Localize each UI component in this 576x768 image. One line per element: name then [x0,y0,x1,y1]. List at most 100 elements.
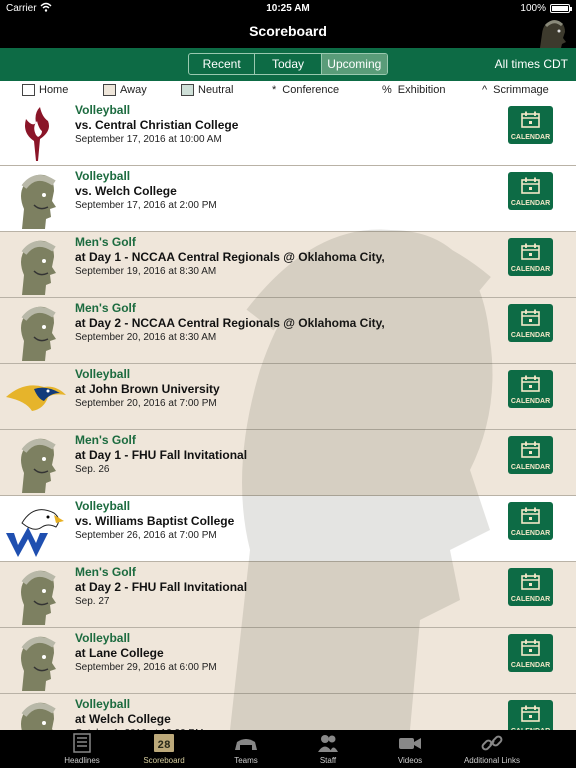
calendar-icon [521,111,540,128]
event-sport: Men's Golf [75,433,136,447]
events-list[interactable]: Volleyball vs. Central Christian College S… [0,100,576,730]
clock: 10:25 AM [266,3,310,14]
event-matchup: at Lane College [75,646,164,660]
event-row[interactable]: Men's Golf at Day 2 - FHU Fall Invitation… [0,562,576,628]
calendar-icon [521,573,540,590]
tab-videos[interactable]: Videos [369,730,451,768]
legend: Home Away Neutral * Conference % Exhibit… [0,81,576,100]
calendar-icon [521,639,540,656]
event-sport: Volleyball [75,103,131,117]
battery-percent: 100% [520,3,546,14]
add-to-calendar-button[interactable]: CALENDAR [508,238,553,276]
tab-additional-links-label: Additional Links [463,756,521,765]
mascot-logo [21,240,56,295]
event-matchup: at Day 1 - NCCAA Central Regionals @ Okl… [75,250,385,264]
tab-upcoming[interactable]: Upcoming [321,54,387,74]
event-matchup: at John Brown University [75,382,220,396]
event-row[interactable]: Men's Golf at Day 1 - NCCAA Central Regio… [0,232,576,298]
home-swatch [22,84,35,96]
event-datetime: September 19, 2016 at 8:30 AM [75,266,217,277]
timezone-label: All times CDT [494,57,568,71]
tab-bar: Headlines 28 Scoreboard Teams Staff Vide… [0,730,576,768]
add-to-calendar-button[interactable]: CALENDAR [508,568,553,606]
newspaper-icon [73,733,91,753]
tab-additional-links[interactable]: Additional Links [451,730,533,768]
scoreboard-icon: 28 [154,734,174,752]
event-row[interactable]: Volleyball at John Brown University Septem… [0,364,576,430]
tab-staff[interactable]: Staff [287,730,369,768]
add-to-calendar-button[interactable]: CALENDAR [508,436,553,474]
legend-home-label: Home [39,84,69,96]
add-to-calendar-button[interactable]: CALENDAR [508,370,553,408]
tab-headlines-label: Headlines [64,756,100,765]
event-sport: Men's Golf [75,301,136,315]
mascot-logo [21,438,56,493]
legend-scrimmage-label: Scrimmage [493,84,549,96]
calendar-label: CALENDAR [510,530,551,537]
calendar-icon [521,507,540,524]
battery-icon [550,4,572,13]
neutral-swatch [181,84,194,96]
people-icon [318,735,338,752]
legend-conference-label: Conference [282,84,340,96]
event-matchup: vs. Central Christian College [75,118,239,132]
event-matchup: vs. Williams Baptist College [75,514,235,528]
add-to-calendar-button[interactable]: CALENDAR [508,502,553,540]
stadium-icon [235,739,257,750]
event-row[interactable]: Volleyball vs. Williams Baptist College Se… [0,496,576,562]
nav-bar: Scoreboard [0,16,576,48]
calendar-label: CALENDAR [510,134,551,141]
event-row[interactable]: Volleyball vs. Welch College September 17,… [0,166,576,232]
legend-exhibition-label: Exhibition [397,84,446,96]
add-to-calendar-button[interactable]: CALENDAR [508,172,553,210]
school-mascot-logo [540,20,566,48]
event-sport: Volleyball [75,499,131,513]
event-row[interactable]: Volleyball at Lane College September 29, 2… [0,628,576,694]
calendar-icon [521,705,540,722]
event-matchup: at Welch College [75,712,171,726]
tab-teams-label: Teams [234,756,258,765]
mascot-logo [21,570,56,625]
event-matchup: at Day 2 - FHU Fall Invitational [75,580,248,594]
event-sport: Men's Golf [75,235,136,249]
exhibition-symbol: % [382,84,392,96]
calendar-icon [521,375,540,392]
tab-scoreboard-label: Scoreboard [143,756,185,765]
tab-videos-label: Videos [397,756,423,765]
page-title: Scoreboard [249,23,327,39]
legend-conference: * Conference [272,84,339,96]
event-row[interactable]: Volleyballat Welch CollegeOctober 1, 201… [0,694,576,730]
event-row[interactable]: Men's Golf at Day 1 - FHU Fall Invitation… [0,430,576,496]
tab-teams[interactable]: Teams [205,730,287,768]
legend-neutral-label: Neutral [198,84,234,96]
svg-text:28: 28 [157,740,171,752]
tab-today[interactable]: Today [255,54,322,74]
scrimmage-symbol: ^ [482,84,488,96]
event-sport: Volleyball [75,169,131,183]
tab-recent[interactable]: Recent [189,54,256,74]
tab-scoreboard[interactable]: 28 Scoreboard [123,730,205,768]
calendar-label: CALENDAR [510,662,551,669]
event-row[interactable]: Volleyball vs. Central Christian College S… [0,100,576,166]
add-to-calendar-button[interactable]: CALENDAR [508,106,553,144]
calendar-label: CALENDAR [510,266,551,273]
legend-away-label: Away [120,84,147,96]
calendar-icon [521,243,540,260]
event-matchup: at Day 1 - FHU Fall Invitational [75,448,248,462]
add-to-calendar-button[interactable]: CALENDAR [508,700,553,730]
mascot-logo [21,702,56,730]
event-row[interactable]: Men's Golf at Day 2 - NCCAA Central Regio… [0,298,576,364]
event-matchup: at Day 2 - NCCAA Central Regionals @ Okl… [75,316,385,330]
event-sport: Volleyball [75,697,131,711]
add-to-calendar-button[interactable]: CALENDAR [508,304,553,342]
conference-symbol: * [272,84,277,96]
event-sport: Volleyball [75,367,131,381]
calendar-label: CALENDAR [510,398,551,405]
status-bar: Carrier 10:25 AM 100% [0,0,576,16]
tab-headlines[interactable]: Headlines [41,730,123,768]
add-to-calendar-button[interactable]: CALENDAR [508,634,553,672]
event-datetime: September 20, 2016 at 8:30 AM [75,332,217,343]
event-datetime: September 17, 2016 at 2:00 PM [75,200,217,211]
event-datetime: September 20, 2016 at 7:00 PM [75,398,217,409]
flame-logo [25,107,49,161]
